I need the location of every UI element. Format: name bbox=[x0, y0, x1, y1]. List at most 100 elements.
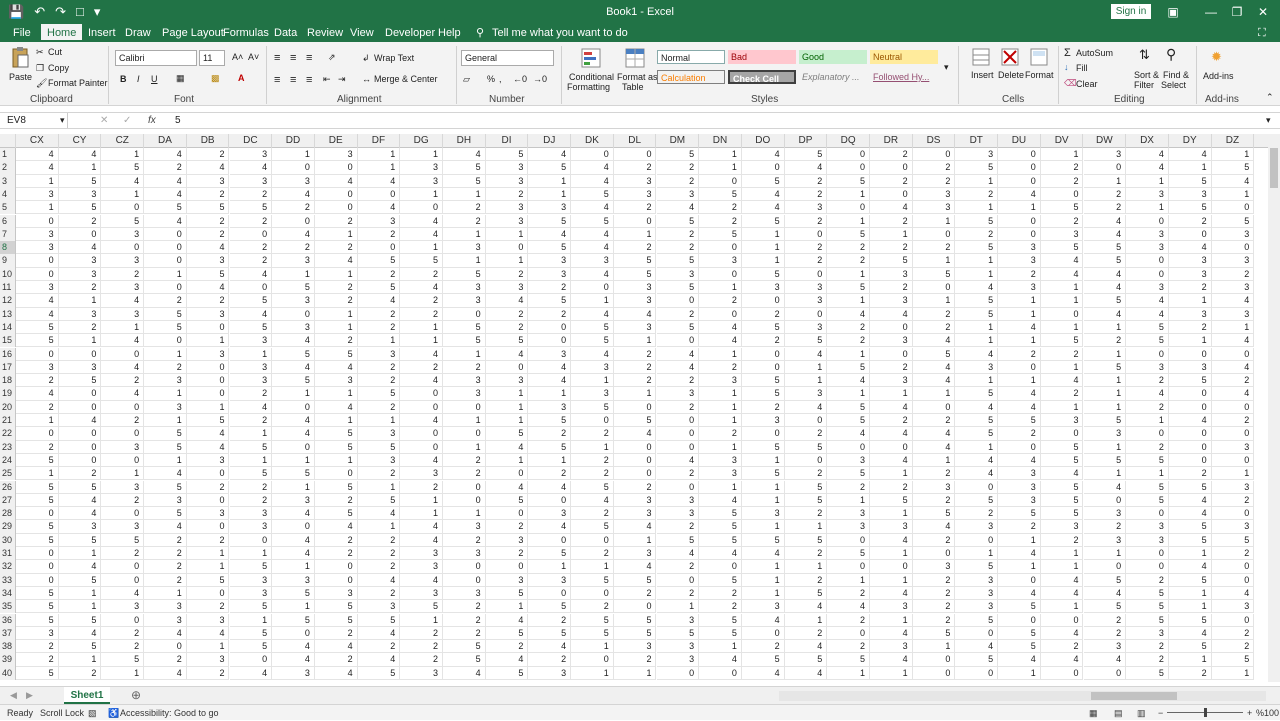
cell[interactable]: 4 bbox=[1040, 254, 1084, 268]
cell[interactable]: 0 bbox=[571, 414, 614, 428]
cell[interactable]: 4 bbox=[400, 214, 443, 228]
cell[interactable]: 5 bbox=[1126, 600, 1169, 614]
cell[interactable]: 1 bbox=[400, 613, 443, 627]
cell[interactable]: 2 bbox=[16, 374, 59, 388]
cell[interactable]: 1 bbox=[58, 600, 102, 614]
column-header[interactable]: DL bbox=[614, 134, 657, 148]
fill-icon[interactable]: ↓ bbox=[1064, 62, 1069, 72]
cell[interactable]: 1 bbox=[955, 254, 999, 268]
cell[interactable]: 0 bbox=[16, 507, 59, 521]
cell[interactable]: 1 bbox=[485, 387, 529, 401]
cell[interactable]: 0 bbox=[870, 347, 913, 361]
cell[interactable]: 5 bbox=[1083, 241, 1127, 255]
delete-cells-button[interactable]: Delete bbox=[998, 70, 1024, 80]
cell[interactable]: 5 bbox=[1168, 374, 1212, 388]
cell[interactable]: 3 bbox=[870, 374, 913, 388]
worksheet-grid[interactable]: CX CY CZ DA DB DC DD DE DF DG DH DI DJ DK DL DM DN DO DP DQ… bbox=[0, 134, 1268, 682]
cell[interactable]: 2 bbox=[699, 360, 742, 375]
cell[interactable]: 2 bbox=[870, 214, 913, 228]
cell[interactable]: 4 bbox=[272, 653, 315, 667]
cell[interactable]: 4 bbox=[1168, 626, 1212, 641]
zoom-level[interactable]: %100 bbox=[1256, 705, 1279, 721]
cell[interactable]: 2 bbox=[16, 653, 59, 667]
cell[interactable]: 5 bbox=[229, 467, 273, 481]
insert-function-icon[interactable]: fx bbox=[148, 113, 156, 128]
row-header[interactable]: 35 bbox=[0, 600, 16, 614]
cell[interactable]: 1 bbox=[1040, 320, 1084, 335]
cell[interactable]: 0 bbox=[571, 281, 614, 295]
cell[interactable]: 5 bbox=[1040, 201, 1084, 215]
cell[interactable]: 1 bbox=[528, 187, 572, 202]
cell[interactable]: 2 bbox=[912, 241, 956, 255]
cell[interactable]: 0 bbox=[58, 427, 102, 441]
row-header[interactable]: 22 bbox=[0, 427, 16, 441]
cell[interactable]: 5 bbox=[699, 520, 742, 534]
column-header[interactable]: DU bbox=[998, 134, 1041, 148]
cell[interactable]: 4 bbox=[272, 227, 315, 242]
cell[interactable]: 3 bbox=[998, 254, 1041, 268]
column-header[interactable]: DI bbox=[486, 134, 529, 148]
cell[interactable]: 1 bbox=[741, 560, 785, 574]
cell[interactable]: 4 bbox=[613, 307, 657, 321]
cell[interactable]: 0 bbox=[699, 307, 742, 321]
cell[interactable]: 0 bbox=[16, 254, 59, 268]
fill-color-icon[interactable]: ▩ bbox=[211, 73, 220, 84]
cell[interactable]: 0 bbox=[998, 161, 1041, 175]
cell[interactable]: 0 bbox=[741, 360, 785, 375]
cell[interactable]: 5 bbox=[443, 267, 486, 281]
cell[interactable]: 5 bbox=[912, 347, 956, 361]
cell[interactable]: 5 bbox=[16, 586, 59, 601]
cell[interactable]: 4 bbox=[998, 453, 1041, 468]
cell[interactable]: 2 bbox=[144, 360, 187, 375]
cell[interactable]: 0 bbox=[613, 467, 657, 481]
cell[interactable]: 4 bbox=[58, 241, 102, 255]
cell[interactable]: 0 bbox=[998, 360, 1041, 375]
cell[interactable]: 2 bbox=[186, 148, 230, 162]
cell[interactable]: 0 bbox=[443, 307, 486, 321]
cell[interactable]: 4 bbox=[1083, 214, 1127, 228]
cell[interactable]: 3 bbox=[229, 174, 273, 188]
cell[interactable]: 4 bbox=[1040, 267, 1084, 281]
cell[interactable]: 0 bbox=[400, 201, 443, 215]
cell[interactable]: 5 bbox=[827, 467, 870, 481]
cell[interactable]: 0 bbox=[827, 533, 870, 547]
cell[interactable]: 2 bbox=[741, 400, 785, 414]
cell[interactable]: 4 bbox=[485, 294, 529, 308]
cell[interactable]: 3 bbox=[955, 600, 999, 614]
cell[interactable]: 4 bbox=[144, 666, 187, 680]
cell[interactable]: 5 bbox=[955, 294, 999, 308]
cell[interactable]: 0 bbox=[272, 307, 315, 321]
cell[interactable]: 3 bbox=[357, 427, 401, 441]
cell[interactable]: 3 bbox=[400, 560, 443, 574]
cell[interactable]: 4 bbox=[1083, 586, 1127, 601]
cell[interactable]: 3 bbox=[699, 467, 742, 481]
column-header[interactable]: DM bbox=[657, 134, 700, 148]
cell[interactable]: 1 bbox=[272, 600, 315, 614]
cell[interactable]: 5 bbox=[272, 613, 315, 627]
cell[interactable]: 3 bbox=[314, 586, 358, 601]
cell[interactable]: 5 bbox=[955, 560, 999, 574]
row-header[interactable]: 31 bbox=[0, 547, 16, 561]
cell[interactable]: 4 bbox=[1126, 307, 1169, 321]
cell[interactable]: 2 bbox=[784, 573, 828, 587]
cut-icon[interactable]: ✂ bbox=[36, 47, 44, 58]
cell[interactable]: 4 bbox=[58, 493, 102, 508]
cell[interactable]: 3 bbox=[443, 387, 486, 401]
cell[interactable]: 1 bbox=[613, 227, 657, 242]
cell[interactable]: 1 bbox=[955, 334, 999, 348]
cell[interactable]: 5 bbox=[613, 254, 657, 268]
cell[interactable]: 1 bbox=[1168, 653, 1212, 667]
italic-button[interactable]: I bbox=[137, 74, 140, 84]
cell[interactable]: 0 bbox=[101, 400, 145, 414]
cell[interactable]: 4 bbox=[144, 626, 187, 641]
cell[interactable]: 2 bbox=[186, 294, 230, 308]
cell[interactable]: 0 bbox=[101, 613, 145, 627]
cell[interactable]: 5 bbox=[528, 547, 572, 561]
cell[interactable]: 4 bbox=[58, 148, 102, 162]
cell[interactable]: 4 bbox=[741, 547, 785, 561]
cell[interactable]: 3 bbox=[528, 573, 572, 587]
align-middle-icon[interactable]: ≡ bbox=[290, 52, 296, 64]
cell[interactable]: 2 bbox=[998, 267, 1041, 281]
cell[interactable]: 2 bbox=[272, 241, 315, 255]
cell[interactable]: 1 bbox=[16, 414, 59, 428]
